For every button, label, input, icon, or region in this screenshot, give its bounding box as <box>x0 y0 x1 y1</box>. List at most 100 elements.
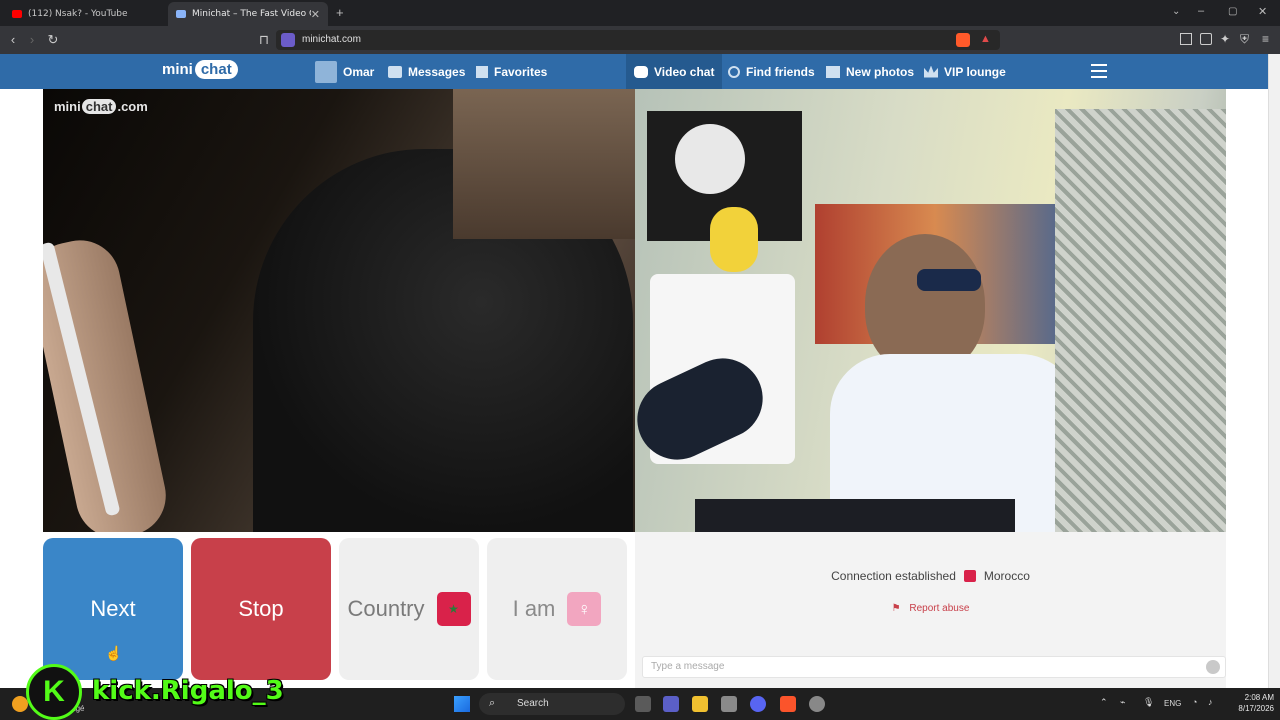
nav-video-chat-label: Video chat <box>654 64 715 79</box>
language-indicator[interactable]: ENG <box>1164 699 1181 708</box>
hamburger-menu-icon[interactable] <box>1091 64 1107 78</box>
keyboard-desk <box>695 499 1015 532</box>
nav-favorites-label: Favorites <box>494 64 548 79</box>
watermark-mini: mini <box>54 99 81 114</box>
stop-label: Stop <box>238 596 284 621</box>
back-icon[interactable]: ‹ <box>5 32 21 48</box>
taskbar-search-icon: ⌕ <box>489 697 496 709</box>
file-explorer-icon[interactable] <box>692 696 708 712</box>
taskbar-search[interactable]: Search <box>479 693 625 715</box>
emoji-icon[interactable] <box>1206 660 1220 674</box>
message-placeholder: Type a message <box>651 661 725 672</box>
windows-start-icon[interactable] <box>454 696 470 712</box>
nav-vip-lounge-label: VIP lounge <box>944 64 1006 79</box>
nav-messages[interactable]: Messages <box>388 54 465 89</box>
crown-icon <box>924 65 938 78</box>
brave-shield-icon[interactable] <box>956 33 970 47</box>
page-scrollbar[interactable] <box>1268 54 1280 688</box>
logo-chat: chat <box>194 60 238 79</box>
tab-youtube[interactable]: (112) Nsak? - YouTube <box>4 2 164 26</box>
person-head <box>865 234 985 374</box>
tab-title: Minichat – The Fast Video Ch <box>192 9 311 19</box>
taskbar-search-label: Search <box>517 698 549 709</box>
teams-icon[interactable] <box>663 696 679 712</box>
taskbar-clock[interactable]: 2:08 AM 8/17/2026 <box>1218 692 1274 714</box>
face-region <box>453 89 635 239</box>
vpn-icon[interactable]: ⛨ <box>1240 32 1249 47</box>
nav-favorites[interactable]: Favorites <box>476 54 547 89</box>
youtube-favicon-icon <box>12 10 22 18</box>
connection-status: Connection established Morocco <box>635 569 1226 583</box>
minichat-favicon-icon <box>176 10 186 18</box>
minichat-logo[interactable]: mini chat <box>162 60 238 79</box>
nav-new-photos[interactable]: New photos <box>826 54 914 89</box>
brave-icon[interactable] <box>780 696 796 712</box>
local-video <box>635 89 1226 532</box>
search-icon <box>728 65 740 78</box>
gender-label: I am <box>512 596 556 621</box>
menu-icon[interactable]: ≡ <box>1262 32 1269 46</box>
discord-icon[interactable] <box>750 696 766 712</box>
maximize-icon[interactable]: ▢ <box>1228 6 1237 17</box>
close-window-icon[interactable]: ✕ <box>1258 5 1267 18</box>
mouse-cursor-icon: ☝ <box>105 645 123 661</box>
forward-icon[interactable]: › <box>24 32 40 48</box>
skull-graphic <box>675 124 745 194</box>
clock-date: 8/17/2026 <box>1238 704 1274 713</box>
nav-messages-label: Messages <box>408 64 466 79</box>
next-label: Next <box>90 596 136 621</box>
watermark-dotcom: .com <box>117 99 148 114</box>
logo-mini: mini <box>162 61 193 78</box>
marble-wall <box>1055 109 1226 532</box>
sunglasses <box>917 269 981 291</box>
bookmark-page-icon[interactable]: ⊓ <box>256 32 272 48</box>
grid-icon <box>826 65 840 78</box>
stop-button[interactable]: Stop <box>191 538 331 680</box>
rewards-icon[interactable]: ▲ <box>980 33 991 45</box>
nav-new-photos-label: New photos <box>846 64 914 79</box>
sidebar-toggle-icon[interactable] <box>1180 33 1192 45</box>
clock-time: 2:08 AM <box>1244 693 1274 702</box>
message-input[interactable]: Type a message <box>642 656 1226 678</box>
nav-profile[interactable]: Omar <box>315 54 374 89</box>
mic-icon[interactable]: 🎙 <box>1143 697 1154 708</box>
country-label: Country <box>347 596 425 621</box>
partner-country: Morocco <box>983 569 1030 583</box>
weather-icon[interactable] <box>12 696 28 712</box>
female-avatar-icon: ♀ <box>567 592 602 626</box>
nav-find-friends[interactable]: Find friends <box>728 54 815 89</box>
store-icon[interactable] <box>721 696 737 712</box>
tab-minichat[interactable]: Minichat – The Fast Video Ch ✕ <box>168 2 328 26</box>
morocco-flag-icon: ★ <box>436 592 471 626</box>
wallet-icon[interactable] <box>1200 33 1212 45</box>
gender-button[interactable]: I am ♀ <box>487 538 627 680</box>
url-field[interactable]: minichat.com <box>276 30 1000 50</box>
watermark-chat: chat <box>81 99 117 114</box>
tab-list-icon[interactable]: ⌄ <box>1172 6 1180 17</box>
report-abuse-link[interactable]: ⚑ Report abuse <box>635 603 1226 614</box>
envelope-icon <box>388 65 402 78</box>
wifi-icon[interactable]: ◔ <box>1192 697 1197 707</box>
flag-icon: ⚑ <box>891 603 901 614</box>
minion-toy <box>710 207 758 272</box>
nav-find-friends-label: Find friends <box>746 64 815 79</box>
minimize-icon[interactable]: – <box>1198 5 1204 17</box>
nav-video-chat[interactable]: Video chat <box>626 54 723 89</box>
leo-icon[interactable]: ✦ <box>1220 32 1230 46</box>
new-tab-icon[interactable]: + <box>336 5 344 20</box>
bookmark-icon <box>476 65 488 78</box>
app-icon[interactable] <box>809 696 825 712</box>
task-view-icon[interactable] <box>635 696 651 712</box>
reload-icon[interactable]: ↻ <box>45 32 61 48</box>
url-text: minichat.com <box>302 34 361 45</box>
tray-chevron-icon[interactable]: ⌃ <box>1100 697 1108 708</box>
user-avatar-icon <box>315 60 337 83</box>
nav-vip-lounge[interactable]: VIP lounge <box>924 54 1006 89</box>
site-favicon-icon <box>281 33 295 47</box>
minichat-watermark: mini chat .com <box>54 99 148 114</box>
volume-icon[interactable]: ♪ <box>1208 697 1213 707</box>
country-button[interactable]: Country ★ <box>339 538 479 680</box>
video-chat-icon <box>634 65 648 78</box>
network-icon[interactable]: ⌁ <box>1120 697 1125 708</box>
close-tab-icon[interactable]: ✕ <box>311 8 320 21</box>
